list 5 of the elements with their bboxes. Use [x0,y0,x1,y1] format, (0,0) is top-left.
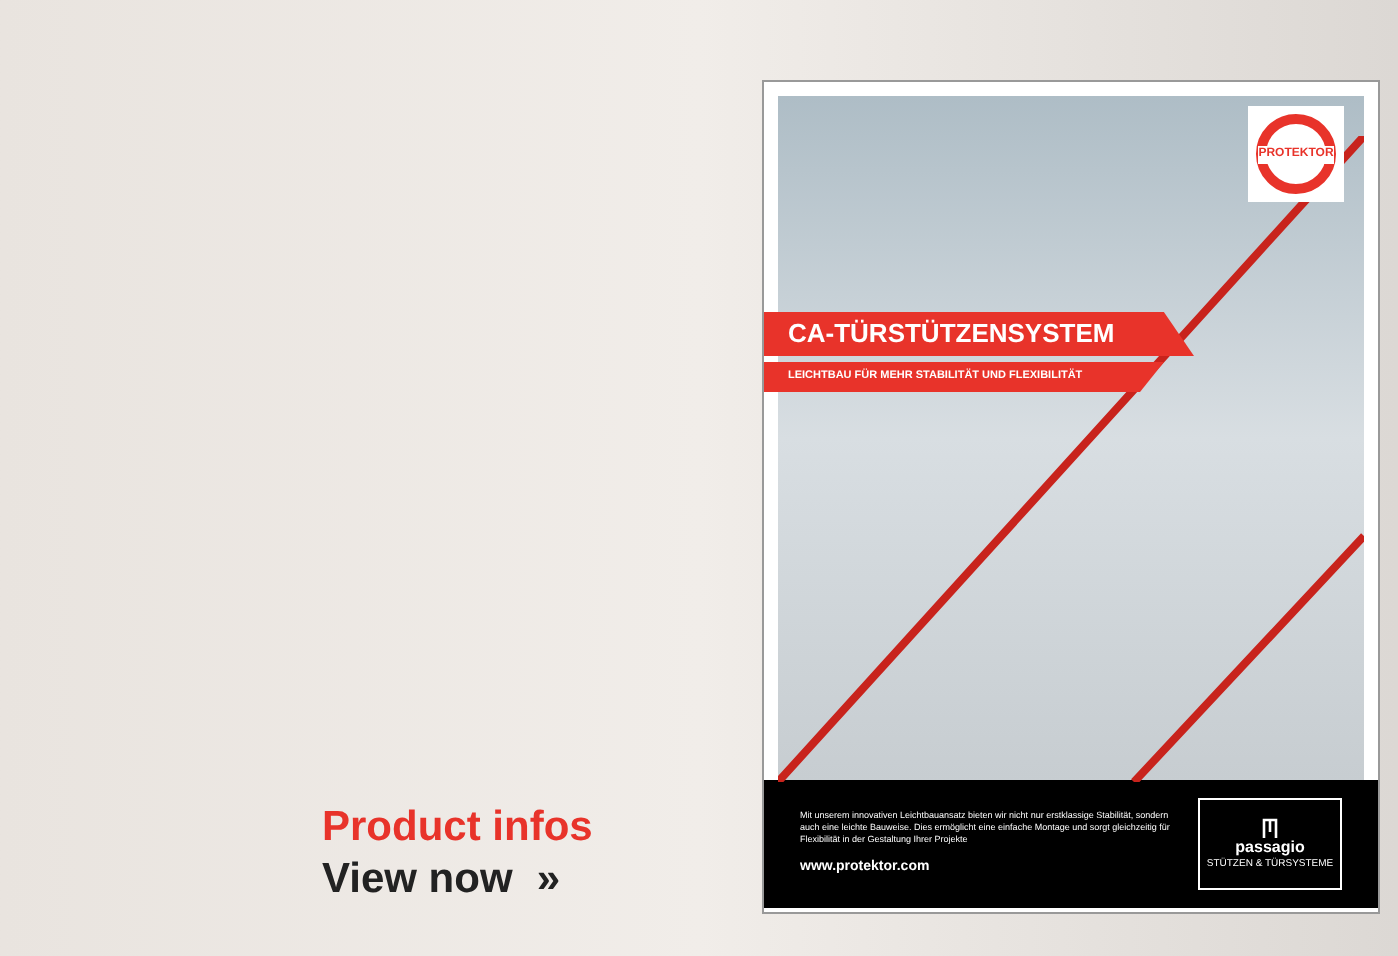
heading-banner: CA-TÜRSTÜTZENSYSTEM [764,312,1194,356]
door-frame-icon [1262,818,1278,838]
partner-logo-text: passagio [1235,838,1305,857]
view-now-link[interactable]: View now » [322,854,762,906]
promo-title: Product infos [322,802,595,854]
